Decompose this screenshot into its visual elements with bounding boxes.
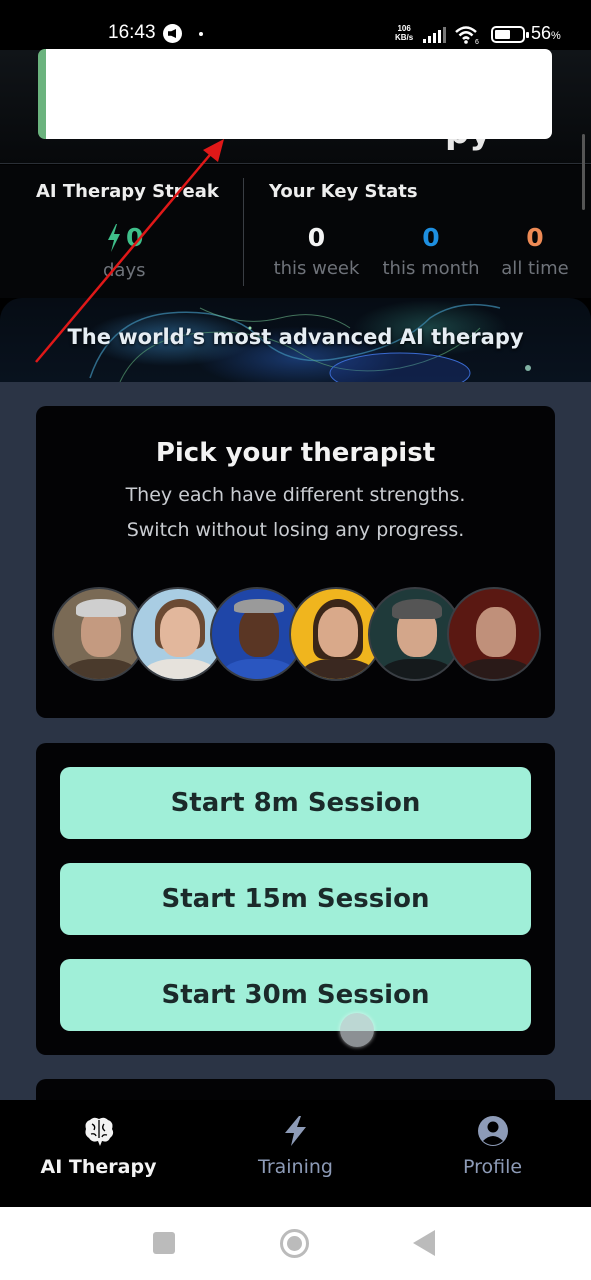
avatar-face	[476, 607, 516, 657]
stats-divider	[243, 178, 244, 286]
nav-label: Training	[258, 1156, 333, 1178]
stat-this-week: 0 this week	[269, 223, 364, 279]
avatar-hair	[76, 599, 126, 617]
avatar-body	[380, 659, 454, 679]
home-button[interactable]	[280, 1229, 309, 1258]
status-time: 16:43	[108, 22, 156, 43]
status-bar: 16:43 106 KB/s 6 56%	[0, 0, 591, 50]
back-button[interactable]	[413, 1230, 435, 1256]
network-speed: 106 KB/s	[395, 24, 413, 42]
therapist-picker-title: Pick your therapist	[155, 438, 436, 468]
scrollbar[interactable]	[582, 134, 585, 210]
user-circle-icon	[477, 1116, 508, 1146]
toast-notification[interactable]	[38, 49, 552, 139]
nav-label: AI Therapy	[40, 1156, 157, 1178]
avatar-body	[459, 659, 533, 679]
stat-all-time: 0 all time	[496, 223, 574, 279]
stat-this-month: 0 this month	[376, 223, 486, 279]
therapist-avatar-row	[52, 587, 542, 683]
wifi-icon: 6	[455, 26, 479, 45]
brain-icon	[84, 1117, 113, 1146]
touch-indicator	[340, 1013, 374, 1047]
avatar-face	[239, 607, 279, 657]
start-8m-session-button[interactable]: Start 8m Session	[60, 767, 531, 839]
lightning-icon	[108, 224, 120, 252]
streak-value: 0	[126, 223, 144, 252]
battery-percent-value: 56	[531, 23, 552, 43]
therapist-picker-subtitle-1: They each have different strengths.	[125, 484, 466, 506]
start-15m-session-button[interactable]: Start 15m Session	[60, 863, 531, 935]
therapist-picker-subtitle-2: Switch without losing any progress.	[126, 519, 465, 541]
avatar-hair	[392, 599, 442, 619]
streak-title: AI Therapy Streak	[36, 181, 219, 202]
nav-item-profile[interactable]: Profile	[394, 1100, 591, 1207]
battery-icon	[491, 26, 529, 43]
avatar-body	[222, 659, 296, 679]
nav-item-ai-therapy[interactable]: AI Therapy	[0, 1100, 197, 1207]
stat-value: 0	[422, 223, 440, 252]
stat-value: 0	[526, 223, 544, 252]
system-nav-bar	[0, 1207, 591, 1280]
therapist-avatar-6[interactable]	[447, 587, 541, 681]
battery-percent-unit: %	[551, 30, 561, 42]
stat-label: this week	[273, 258, 360, 279]
avatar-body	[301, 659, 375, 679]
cell-signal-icon	[423, 27, 449, 43]
banner-tagline: The world’s most advanced AI therapy	[67, 325, 524, 349]
bottom-nav: AI Therapy Training Profile	[0, 1100, 591, 1207]
recent-apps-button[interactable]	[153, 1232, 175, 1254]
start-30m-session-button[interactable]: Start 30m Session	[60, 959, 531, 1031]
battery-percent: 56%	[531, 23, 561, 44]
streak-unit: days	[103, 260, 146, 281]
wifi-badge: 6	[475, 39, 479, 45]
stat-label: all time	[501, 258, 569, 279]
nav-item-training[interactable]: Training	[197, 1100, 394, 1207]
more-notifications-dot-icon	[199, 32, 203, 36]
hero-banner: The world’s most advanced AI therapy	[0, 298, 591, 382]
nav-label: Profile	[462, 1156, 523, 1178]
key-stats-title: Your Key Stats	[269, 181, 418, 202]
avatar-hair	[234, 599, 284, 613]
stat-value: 0	[307, 223, 326, 252]
avatar-body	[64, 659, 138, 679]
megaphone-notification-icon	[163, 24, 182, 43]
network-speed-unit: KB/s	[395, 33, 414, 42]
stat-label: this month	[382, 258, 480, 279]
avatar-face	[318, 607, 358, 657]
avatar-face	[160, 607, 200, 657]
lightning-icon	[284, 1116, 306, 1146]
avatar-body	[143, 659, 217, 679]
network-speed-value: 106	[397, 24, 411, 33]
